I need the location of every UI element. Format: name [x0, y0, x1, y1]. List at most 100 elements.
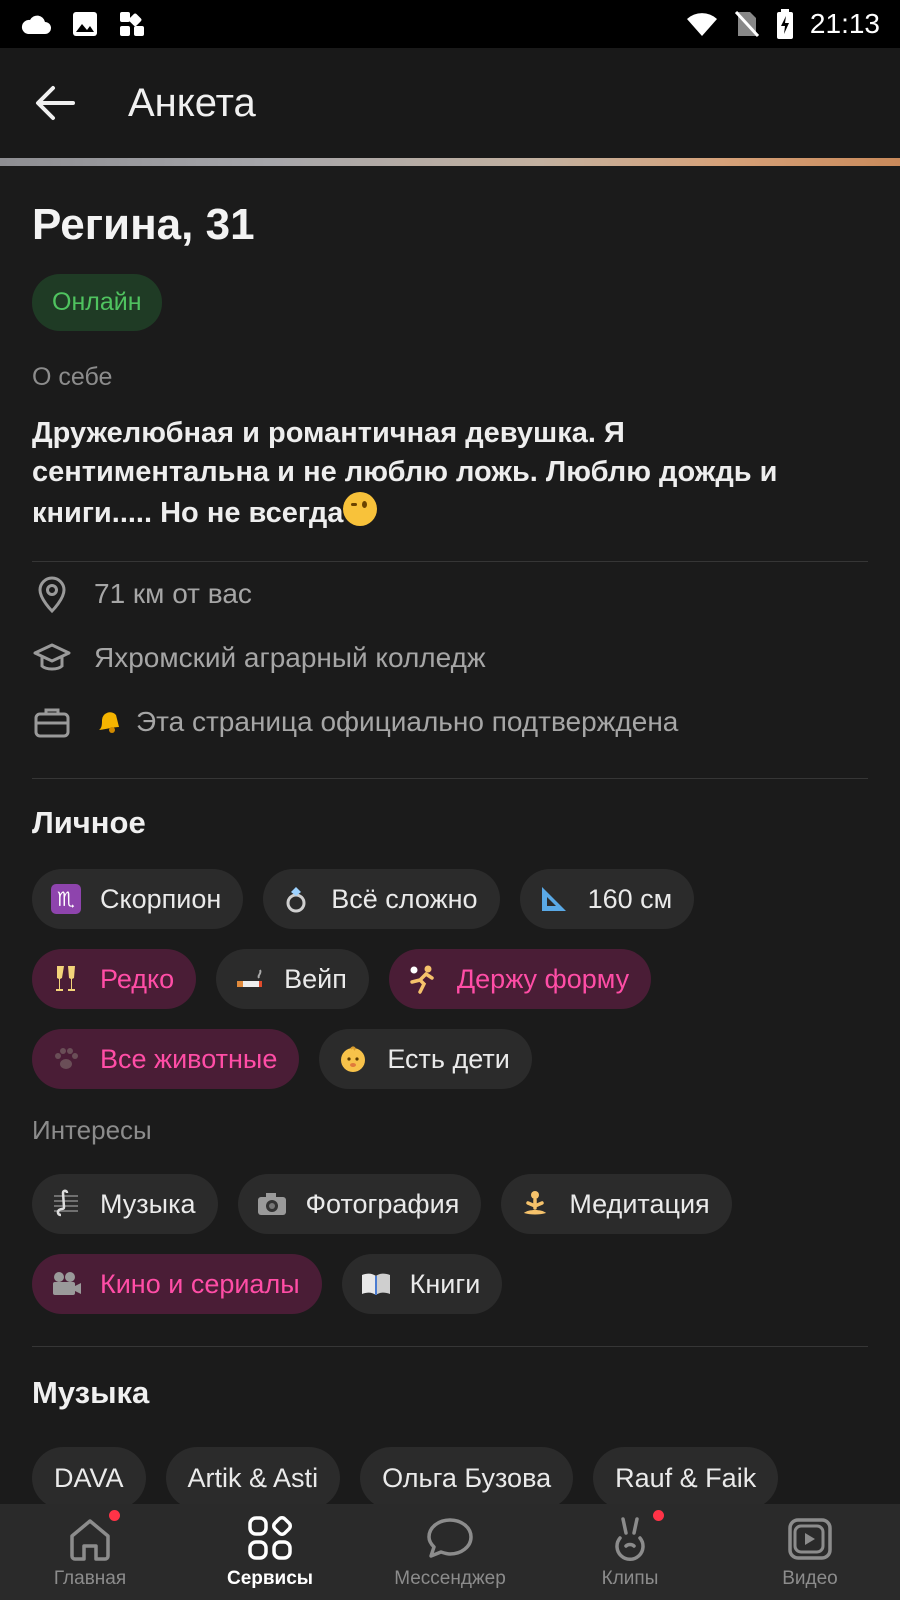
- image-icon: [73, 12, 97, 36]
- book-icon: [360, 1268, 392, 1300]
- graduation-cap-icon: [32, 638, 72, 678]
- nav-label: Видео: [782, 1568, 838, 1589]
- baby-icon: [337, 1043, 369, 1075]
- chip-label: Скорпион: [100, 883, 222, 914]
- chip-label: Держу форму: [456, 963, 630, 994]
- home-icon: [70, 1519, 110, 1561]
- nav-label: Сервисы: [226, 1568, 314, 1589]
- about-label: О себе: [32, 363, 113, 391]
- distance-text: 71 км от вас: [94, 578, 252, 609]
- bottom-navigation: Главная Сервисы Мессенджер Клипы Видео: [0, 1504, 900, 1600]
- cloud-icon: [21, 15, 51, 34]
- location-icon: [32, 574, 72, 614]
- chip-label: Есть дети: [387, 1043, 510, 1074]
- personal-chips-row-2: Редко Вейп Держу форму: [32, 949, 868, 1009]
- artist-chip[interactable]: DAVA: [32, 1447, 146, 1504]
- chip-meditation[interactable]: Медитация: [501, 1174, 732, 1234]
- apps-icon: [120, 12, 144, 36]
- chip-label: Редко: [100, 963, 175, 994]
- status-bar: 21:13: [0, 0, 900, 48]
- nav-label: Клипы: [601, 1568, 659, 1589]
- chip-movies[interactable]: Кино и сериалы: [32, 1254, 322, 1314]
- champagne-icon: [50, 963, 82, 995]
- chip-children[interactable]: Есть дети: [319, 1029, 532, 1089]
- chip-alcohol[interactable]: Редко: [32, 949, 197, 1009]
- nav-messenger[interactable]: Мессенджер: [360, 1504, 540, 1600]
- cigarette-icon: [234, 963, 266, 995]
- briefcase-icon: [32, 702, 72, 742]
- services-icon: [248, 1516, 292, 1560]
- chip-label: Музыка: [100, 1188, 196, 1219]
- nav-clips[interactable]: Клипы: [540, 1504, 720, 1600]
- chip-height[interactable]: 160 см: [519, 869, 695, 929]
- chip-relationship[interactable]: Всё сложно: [263, 869, 500, 929]
- chip-label: Вейп: [284, 963, 347, 994]
- chip-pets[interactable]: Все животные: [32, 1029, 300, 1089]
- clips-icon: [615, 1517, 645, 1562]
- personal-chips-row-3: Все животные Есть дети: [32, 1029, 868, 1089]
- education-text: Яхромский аграрный колледж: [94, 642, 486, 673]
- camera-icon: [256, 1188, 288, 1220]
- messenger-icon: [427, 1518, 473, 1558]
- chip-label: Все животные: [100, 1043, 278, 1074]
- no-sim-icon: [734, 10, 760, 38]
- app-bar: Анкета: [0, 48, 900, 158]
- nav-home[interactable]: Главная: [0, 1504, 180, 1600]
- movie-camera-icon: [50, 1268, 82, 1300]
- chip-books[interactable]: Книги: [341, 1254, 503, 1314]
- nav-label: Мессенджер: [394, 1568, 506, 1589]
- info-row-distance: 71 км от вас: [32, 562, 868, 626]
- ring-icon: [281, 883, 313, 915]
- chip-music[interactable]: Музыка: [32, 1174, 218, 1234]
- divider: [32, 778, 868, 779]
- ruler-icon: [538, 883, 570, 915]
- about-text-content: Дружелюбная и романтичная девушка. Я сен…: [32, 417, 778, 529]
- chip-label: Всё сложно: [331, 883, 478, 914]
- info-row-education: Яхромский аграрный колледж: [32, 626, 868, 690]
- artist-chip[interactable]: Rauf & Faik: [593, 1447, 779, 1504]
- bell-icon: [99, 712, 119, 733]
- interests-label: Интересы: [32, 1115, 152, 1145]
- profile-name-age: Регина, 31: [32, 200, 255, 249]
- wifi-icon: [686, 13, 717, 37]
- divider: [32, 1346, 868, 1347]
- chip-zodiac[interactable]: ♏ Скорпион: [32, 869, 244, 929]
- back-arrow-icon: [36, 86, 75, 120]
- winking-face-icon: [343, 492, 378, 526]
- chip-label: Медитация: [569, 1188, 710, 1219]
- battery-icon: [776, 9, 793, 39]
- work-text: Эта страница официально подтверждена: [94, 706, 678, 738]
- artist-chip[interactable]: Ольга Бузова: [360, 1447, 574, 1504]
- paw-icon: [50, 1043, 82, 1075]
- handball-icon: [407, 963, 439, 995]
- nav-label: Главная: [53, 1568, 127, 1589]
- video-icon: [788, 1518, 832, 1560]
- interest-chips-row-2: Кино и сериалы Книги: [32, 1254, 868, 1314]
- artist-chip[interactable]: Artik & Asti: [165, 1447, 341, 1504]
- notification-dot: [109, 1510, 120, 1521]
- profile-content[interactable]: Регина, 31 Онлайн О себе Дружелюбная и р…: [0, 166, 900, 1504]
- chip-smoking[interactable]: Вейп: [216, 949, 369, 1009]
- nav-services[interactable]: Сервисы: [180, 1504, 360, 1600]
- personal-chips-row-1: ♏ Скорпион Всё сложно 160 см: [32, 869, 868, 929]
- interest-chips-row-1: Музыка Фотография Медитация: [32, 1174, 868, 1234]
- chip-label: 160 см: [587, 883, 673, 914]
- meditation-icon: [519, 1188, 551, 1220]
- music-section-title: Музыка: [32, 1375, 150, 1410]
- scorpio-icon: ♏: [50, 883, 82, 915]
- info-row-work: Эта страница официально подтверждена: [32, 690, 868, 754]
- music-artists-row: DAVA Artik & Asti Ольга Бузова Rauf & Fa…: [32, 1447, 868, 1504]
- online-status-badge: Онлайн: [32, 274, 162, 331]
- chip-photography[interactable]: Фотография: [237, 1174, 482, 1234]
- svg-text:♏: ♏: [57, 887, 75, 911]
- profile-photo-edge[interactable]: [0, 158, 900, 166]
- chip-sport[interactable]: Держу форму: [388, 949, 652, 1009]
- back-button[interactable]: [0, 48, 110, 158]
- chip-label: Фотография: [305, 1188, 460, 1219]
- page-title: Анкета: [128, 80, 256, 125]
- personal-section-title: Личное: [32, 805, 146, 840]
- nav-video[interactable]: Видео: [720, 1504, 900, 1600]
- music-score-icon: [50, 1188, 82, 1220]
- clock: 21:13: [809, 8, 880, 39]
- about-text: Дружелюбная и романтичная девушка. Я сен…: [32, 414, 868, 533]
